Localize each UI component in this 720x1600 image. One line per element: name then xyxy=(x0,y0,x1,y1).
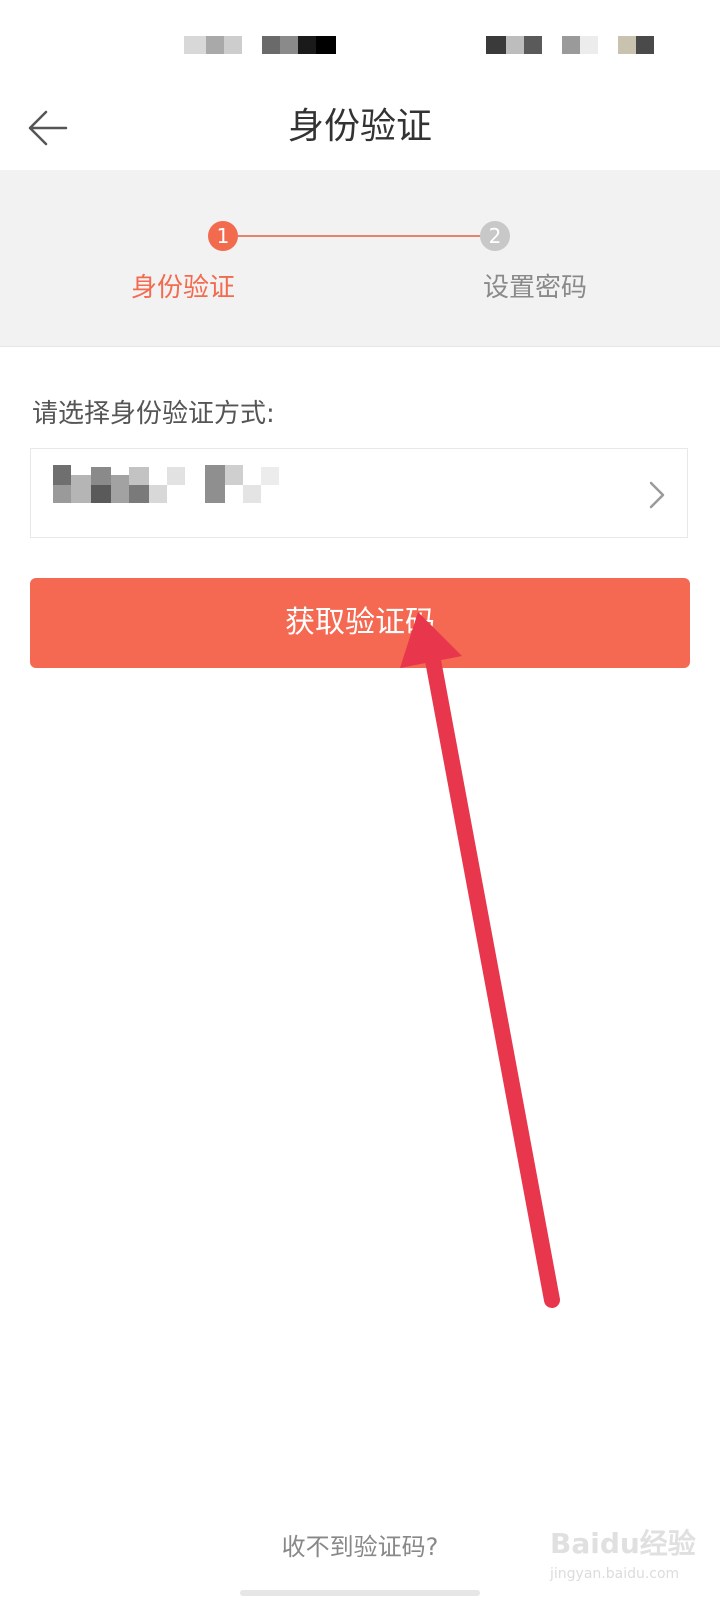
status-pixel-block xyxy=(506,36,524,54)
step-2-label: 设置密码 xyxy=(482,273,587,303)
status-pixel-block xyxy=(224,36,242,54)
status-pixel-block xyxy=(280,36,298,54)
redacted-value-block xyxy=(91,467,111,485)
status-pixel-block xyxy=(262,36,280,54)
status-pixel-block xyxy=(316,36,336,54)
redacted-value-block xyxy=(91,485,111,503)
status-pixel-block xyxy=(486,36,506,54)
redacted-value-block xyxy=(149,485,167,503)
redacted-value-block xyxy=(167,467,185,485)
redacted-value-block xyxy=(225,465,243,485)
status-bar xyxy=(0,0,720,88)
step-2-indicator: 2 xyxy=(480,221,510,251)
redacted-value-block xyxy=(129,467,149,485)
redacted-value-block xyxy=(53,485,71,503)
step-1-indicator: 1 xyxy=(208,221,238,251)
baidu-jingyan-watermark: Baidu经验 jingyan.baidu.com xyxy=(550,1522,710,1594)
status-pixel-block xyxy=(580,36,598,54)
page-title: 身份验证 xyxy=(287,106,432,147)
verify-method-prompt: 请选择身份验证方式: xyxy=(32,399,275,429)
redacted-value-block xyxy=(129,485,149,503)
watermark-url: jingyan.baidu.com xyxy=(550,1566,680,1582)
redacted-value-block xyxy=(111,475,129,503)
home-indicator[interactable] xyxy=(240,1590,480,1596)
get-verification-code-button[interactable]: 获取验证码 xyxy=(30,578,690,668)
status-pixel-block xyxy=(562,36,580,54)
redacted-value-block xyxy=(243,485,261,503)
status-pixel-block xyxy=(184,36,206,54)
step-1-label: 身份验证 xyxy=(130,273,235,303)
status-pixel-block xyxy=(206,36,224,54)
step-connector-line xyxy=(222,235,494,237)
chevron-right-icon xyxy=(649,481,665,509)
status-pixel-block xyxy=(636,36,654,54)
status-pixel-block xyxy=(618,36,636,54)
redacted-value-block xyxy=(205,465,225,503)
redacted-value-block xyxy=(71,475,91,503)
progress-stepper: 1 2 身份验证 设置密码 xyxy=(0,170,720,347)
verification-method-selector[interactable] xyxy=(30,448,688,538)
watermark-logo-text: Baidu经验 xyxy=(550,1527,696,1560)
header: 身份验证 xyxy=(0,88,720,170)
redacted-value-block xyxy=(261,467,279,485)
status-pixel-block xyxy=(298,36,316,54)
redacted-value-block xyxy=(53,465,71,485)
status-pixel-block xyxy=(524,36,542,54)
annotation-arrow-shaft xyxy=(424,647,560,1308)
